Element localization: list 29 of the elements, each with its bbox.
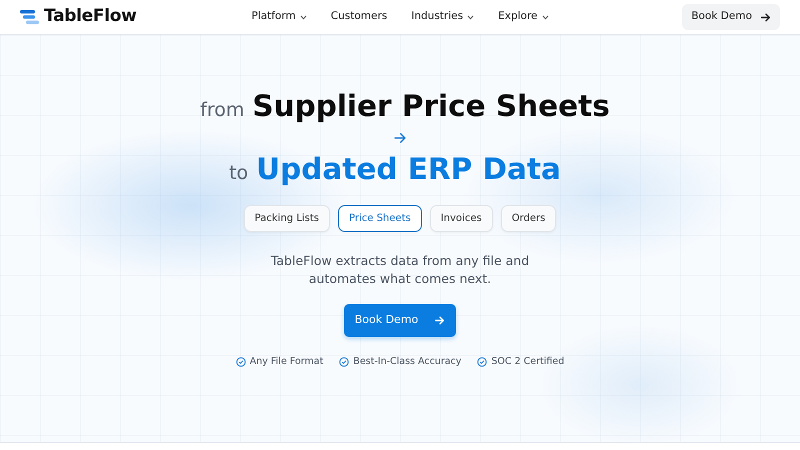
book-demo-button[interactable]: Book Demo	[682, 4, 780, 30]
arrow-icon	[760, 12, 771, 22]
logo-icon	[20, 9, 40, 25]
arrow-icon	[434, 315, 446, 326]
arrow-icon	[393, 130, 407, 144]
document-type-tab[interactable]: Packing Lists	[244, 205, 330, 232]
document-type-tab[interactable]: Orders	[500, 205, 556, 232]
chevron-icon	[467, 14, 474, 20]
nav-link[interactable]: Explore	[498, 9, 548, 25]
feature-label: Best-In-Class Accuracy	[353, 354, 462, 369]
check-circle-icon	[477, 356, 488, 367]
headline-target: Updated ERP Data	[256, 152, 561, 185]
feature-label: Any File Format	[250, 354, 324, 369]
nav-link[interactable]: Industries	[411, 9, 474, 25]
chevron-icon	[300, 14, 307, 20]
nav-link[interactable]: Customers	[330, 9, 388, 25]
headline-source: Supplier Price Sheets	[252, 90, 610, 122]
check-circle-icon	[236, 356, 246, 367]
book-demo-button[interactable]: Book Demo	[344, 304, 456, 337]
brand-name[interactable]: TableFlow	[44, 4, 137, 30]
feature-label: SOC 2 Certified	[491, 354, 564, 369]
chevron-icon	[542, 14, 548, 20]
nav-link[interactable]: Platform	[251, 9, 307, 25]
from-label: from	[200, 98, 244, 123]
document-type-tab[interactable]: Price Sheets	[338, 205, 422, 232]
to-label: to	[229, 160, 248, 186]
document-type-tab[interactable]: Invoices	[430, 205, 493, 232]
hero-description: TableFlow extracts data from any file and automates what comes next.	[270, 252, 530, 288]
check-circle-icon	[339, 356, 350, 367]
